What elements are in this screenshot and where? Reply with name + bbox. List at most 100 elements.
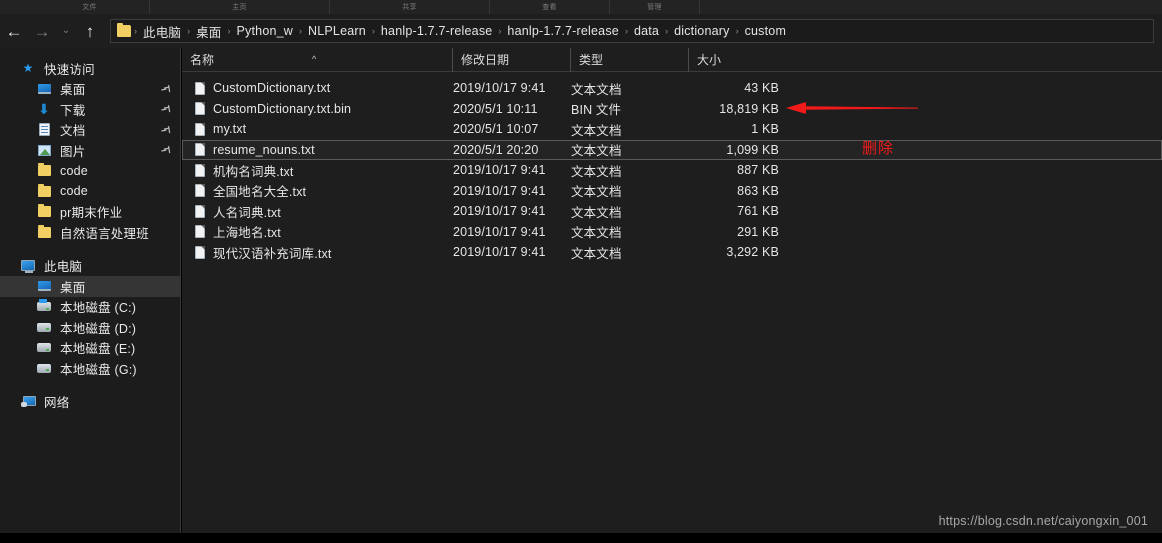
ribbon-tab-4[interactable]: 查看 <box>490 0 610 14</box>
file-name-cell: 机构名词典.txt <box>183 161 453 180</box>
pin-icon[interactable] <box>160 82 174 96</box>
file-date-cell: 2019/10/17 9:41 <box>453 183 546 198</box>
nav-item-label: 网络 <box>44 396 70 411</box>
file-icon <box>195 184 205 198</box>
sidebar-item-1-6[interactable]: code <box>0 181 180 202</box>
sidebar-item-2-3[interactable]: 本地磁盘 (D:) <box>0 317 180 338</box>
breadcrumb-4[interactable]: NLPLearn <box>303 24 371 38</box>
pictures-icon <box>36 144 52 156</box>
sidebar-item-2-1[interactable]: 桌面 <box>0 276 180 297</box>
nav-item-label: 自然语言处理班 <box>60 226 149 241</box>
pin-icon[interactable] <box>160 102 174 116</box>
pin-icon[interactable] <box>160 143 174 157</box>
file-icon <box>195 245 205 259</box>
nav-item-label: 本地磁盘 (E:) <box>60 342 136 357</box>
nav-item-label: code <box>60 163 88 178</box>
column-header-1[interactable]: 名称 ^ <box>182 48 452 72</box>
sidebar-item-2-4[interactable]: 本地磁盘 (E:) <box>0 338 180 359</box>
ribbon-tab-1[interactable]: 文件 <box>30 0 150 14</box>
file-name-label: CustomDictionary.txt <box>213 81 331 96</box>
nav-item-label: 桌面 <box>60 83 86 98</box>
breadcrumb-5[interactable]: hanlp-1.7.7-release <box>376 24 498 38</box>
breadcrumb-2[interactable]: 桌面 <box>191 22 226 41</box>
navigation-pane[interactable]: ★ 快速访问 桌面 ⬇ 下载 文档 图片 code code pr期末作业 自然语言处理班 此电脑 桌面… <box>0 48 181 533</box>
breadcrumb-1[interactable]: 此电脑 <box>138 22 186 41</box>
file-size-cell: 18,819 KB <box>719 101 779 116</box>
folder-icon <box>117 23 131 37</box>
folder-icon <box>36 183 52 197</box>
folder-icon <box>36 163 52 177</box>
table-row[interactable]: 人名词典.txt 2019/10/17 9:41 文本文档 761 KB <box>182 201 1162 222</box>
sidebar-item-1-2[interactable]: ⬇ 下载 <box>0 99 180 120</box>
file-icon <box>195 81 205 95</box>
file-date-cell: 2019/10/17 9:41 <box>453 245 546 260</box>
table-row[interactable]: 现代汉语补充词库.txt 2019/10/17 9:41 文本文档 3,292 KB <box>182 242 1162 263</box>
sidebar-item-1-7[interactable]: pr期末作业 <box>0 202 180 223</box>
ribbon-tab-3[interactable]: 共享 <box>330 0 490 14</box>
file-name-label: 机构名词典.txt <box>213 164 294 179</box>
file-date-cell: 2019/10/17 9:41 <box>453 204 546 219</box>
column-header-2[interactable]: 修改日期 <box>452 47 570 72</box>
file-size-cell: 3,292 KB <box>726 245 779 260</box>
desktop-icon <box>36 83 52 94</box>
network-icon <box>20 396 36 408</box>
address-bar[interactable]: › 此电脑 › 桌面 › Python_w › NLPLearn › hanlp-1.7.7-re… <box>110 19 1154 43</box>
navigation-toolbar: ← → ⌄ ↑ › 此电脑 › 桌面 › Python_w › NLPLearn › hanlp-… <box>0 14 1162 48</box>
file-icon <box>195 163 205 177</box>
file-icon <box>195 225 205 239</box>
pin-icon[interactable] <box>160 123 174 137</box>
sidebar-item-2-5[interactable]: 本地磁盘 (G:) <box>0 358 180 379</box>
table-row[interactable]: 机构名词典.txt 2019/10/17 9:41 文本文档 887 KB <box>182 160 1162 181</box>
table-row[interactable]: CustomDictionary.txt.bin 2020/5/1 10:11 BI… <box>182 99 1162 120</box>
sidebar-group-2[interactable]: 此电脑 <box>0 256 180 277</box>
file-size-cell: 291 KB <box>737 224 779 239</box>
file-name-label: 现代汉语补充词库.txt <box>213 246 332 261</box>
column-header-3[interactable]: 类型 <box>570 47 688 72</box>
file-icon <box>195 122 205 136</box>
ribbon-tab-2[interactable]: 主页 <box>150 0 330 14</box>
table-row[interactable]: 上海地名.txt 2019/10/17 9:41 文本文档 291 KB <box>182 222 1162 243</box>
sidebar-item-1-8[interactable]: 自然语言处理班 <box>0 222 180 243</box>
left-arrow-annotation <box>786 102 918 114</box>
table-row[interactable]: resume_nouns.txt 2020/5/1 20:20 文本文档 1,099 … <box>182 139 1162 160</box>
table-row[interactable]: CustomDictionary.txt 2019/10/17 9:41 文本文档 4… <box>182 78 1162 99</box>
table-row[interactable]: my.txt 2020/5/1 10:07 文本文档 1 KB <box>182 119 1162 140</box>
breadcrumb-6[interactable]: hanlp-1.7.7-release <box>502 24 624 38</box>
nav-item-label: 此电脑 <box>44 260 83 275</box>
breadcrumb-9[interactable]: custom <box>740 24 792 38</box>
drive-icon <box>36 343 52 353</box>
sidebar-item-1-1[interactable]: 桌面 <box>0 79 180 100</box>
up-button[interactable]: ↑ <box>76 16 104 46</box>
breadcrumb-7[interactable]: data <box>629 24 664 38</box>
sidebar-item-2-2[interactable]: 本地磁盘 (C:) <box>0 297 180 318</box>
sidebar-item-1-4[interactable]: 图片 <box>0 140 180 161</box>
sidebar-group-1[interactable]: ★ 快速访问 <box>0 58 180 79</box>
folder-icon <box>36 224 52 238</box>
breadcrumb-3[interactable]: Python_w <box>232 24 299 38</box>
download-icon: ⬇ <box>38 101 50 118</box>
file-size-cell: 43 KB <box>744 81 779 96</box>
sidebar-item-1-5[interactable]: code <box>0 161 180 182</box>
back-button[interactable]: ← <box>0 16 28 46</box>
sort-ascending-icon: ^ <box>312 53 317 64</box>
file-size-cell: 887 KB <box>737 163 779 178</box>
ribbon-tab-5[interactable]: 管理 <box>610 0 700 14</box>
folder-icon <box>36 204 52 218</box>
file-name-cell: resume_nouns.txt <box>183 143 453 157</box>
file-name-label: 全国地名大全.txt <box>213 185 307 200</box>
sidebar-group-3[interactable]: 网络 <box>0 392 180 413</box>
star-icon: ★ <box>22 61 34 76</box>
breadcrumb-8[interactable]: dictionary <box>669 24 735 38</box>
forward-button[interactable]: → <box>28 16 56 46</box>
file-name-cell: 全国地名大全.txt <box>183 181 453 200</box>
recent-locations-button[interactable]: ⌄ <box>56 16 76 46</box>
nav-item-label: pr期末作业 <box>60 206 123 221</box>
column-header-4[interactable]: 大小 <box>688 47 838 72</box>
file-name-label: resume_nouns.txt <box>213 142 315 157</box>
file-type-cell: 文本文档 <box>571 226 622 241</box>
nav-item-label: 图片 <box>60 144 86 159</box>
file-name-cell: 人名词典.txt <box>183 202 453 221</box>
sidebar-item-1-3[interactable]: 文档 <box>0 120 180 141</box>
table-row[interactable]: 全国地名大全.txt 2019/10/17 9:41 文本文档 863 KB <box>182 181 1162 202</box>
